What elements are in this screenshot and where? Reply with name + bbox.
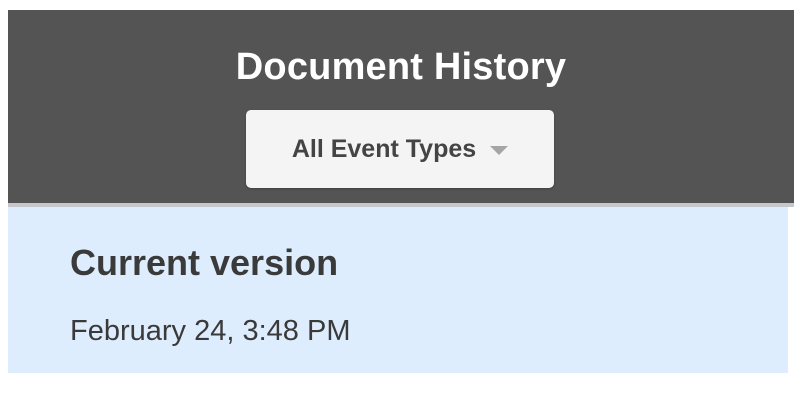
caret-down-icon — [490, 145, 509, 155]
version-timestamp: February 24, 3:48 PM — [70, 315, 351, 347]
version-item-current[interactable]: Current version February 24, 3:48 PM — [8, 207, 788, 373]
event-type-filter-dropdown[interactable]: All Event Types — [246, 110, 554, 188]
event-type-filter-label: All Event Types — [291, 135, 477, 163]
version-title: Current version — [70, 242, 339, 283]
panel-title: Document History — [235, 46, 567, 88]
panel-header: Document History All Event Types — [8, 10, 794, 203]
document-history-panel: Document History All Event Types Current… — [8, 10, 794, 392]
